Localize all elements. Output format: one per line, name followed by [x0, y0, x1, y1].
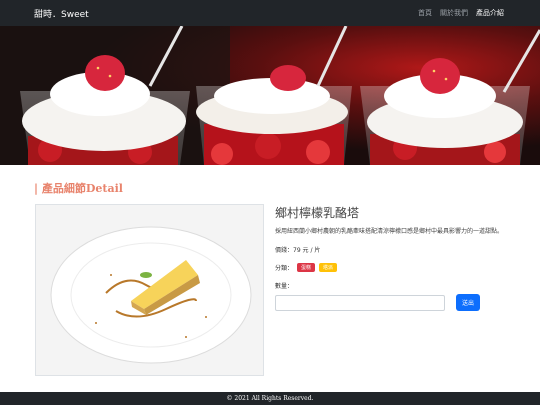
product-name: 鄉村檸檬乳酪塔	[275, 206, 360, 220]
badge-tart: 塔派	[319, 263, 338, 272]
nav-link-products[interactable]: 產品介紹	[476, 8, 504, 18]
brand-logo[interactable]: 甜時．Sweet	[34, 7, 89, 20]
nav-link-home[interactable]: 首頁	[418, 8, 432, 18]
quantity-label: 數量：	[275, 283, 294, 290]
product-price: 價錢：79 元 / 片	[275, 247, 321, 254]
nav-link-about[interactable]: 關於我們	[440, 8, 468, 18]
product-description: 採用紐西蘭小鄉村農朝的乳酪牽味搭配清涼檸檬口感是鄉村中最具影響力的一道甜點。	[275, 228, 504, 235]
product-category: 分類： 蛋糕 塔派	[275, 263, 515, 272]
submit-button[interactable]: 送出	[456, 294, 480, 311]
product-photo	[35, 204, 264, 376]
category-label: 分類：	[275, 265, 294, 272]
product-detail-panel: 鄉村檸檬乳酪塔 採用紐西蘭小鄉村農朝的乳酪牽味搭配清涼檸檬口感是鄉村中最具影響力…	[275, 204, 515, 311]
cheesecake-plate-illustration	[36, 205, 263, 375]
copyright-text: © 2021 All Rights Reserved.	[226, 395, 314, 402]
dessert-cups-illustration	[0, 26, 540, 165]
section-heading: | 產品細節Detail	[34, 182, 123, 195]
quantity-input[interactable]	[275, 294, 445, 311]
quantity-row: 送出	[275, 294, 515, 311]
page-footer: © 2021 All Rights Reserved.	[0, 392, 540, 405]
badge-cake: 蛋糕	[297, 263, 316, 272]
hero-banner-image	[0, 26, 540, 165]
top-navbar: 甜時．Sweet 首頁 關於我們 產品介紹	[0, 0, 540, 26]
nav-links: 首頁 關於我們 產品介紹	[418, 8, 504, 18]
